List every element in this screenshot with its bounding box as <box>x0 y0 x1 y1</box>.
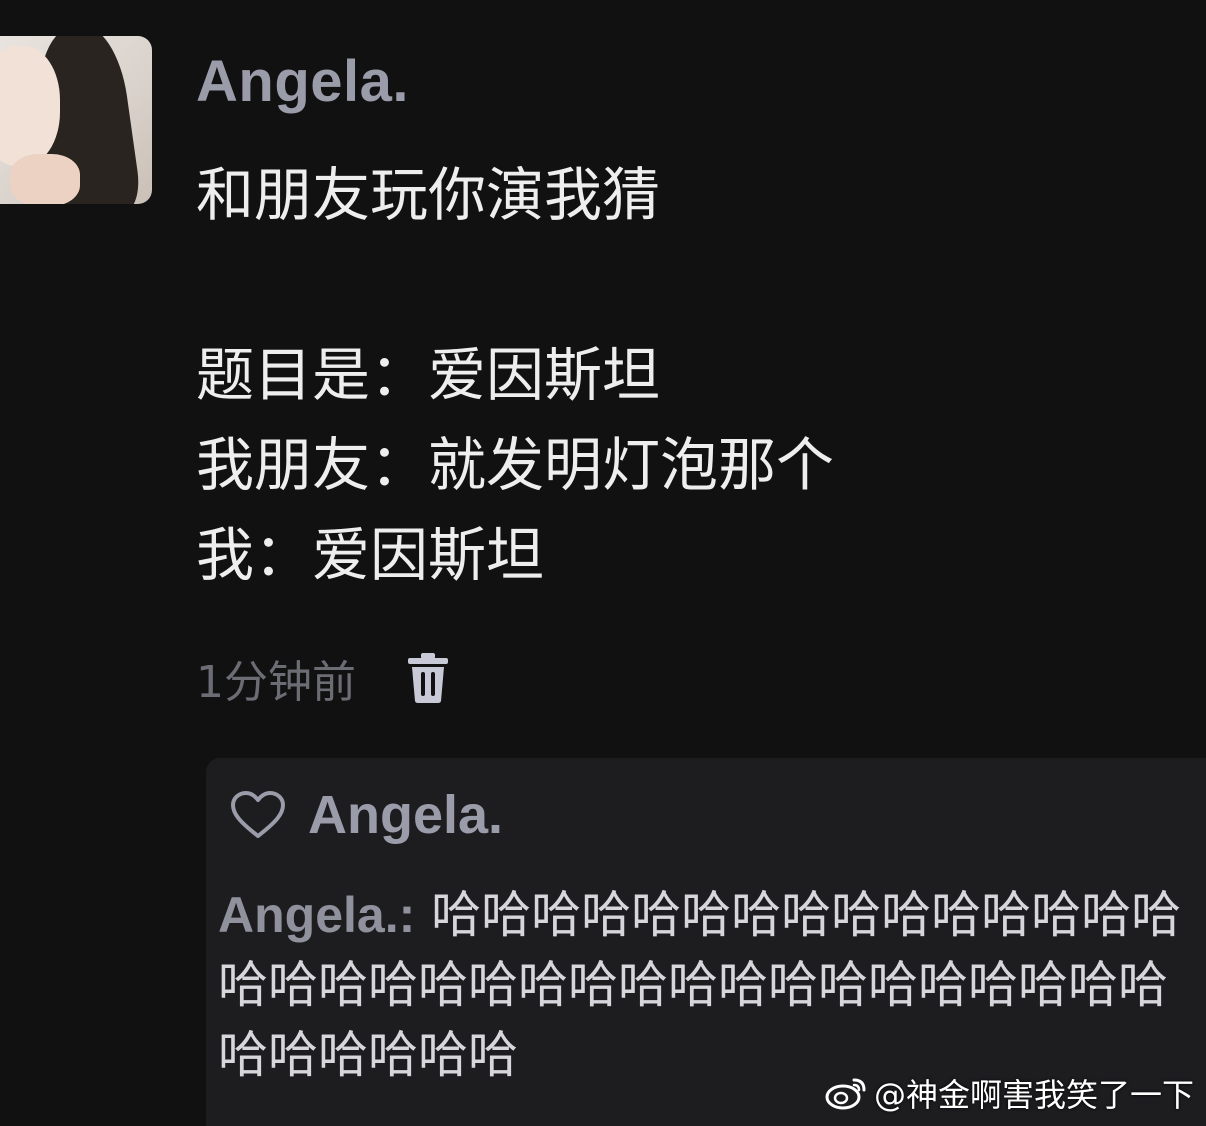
post-line: 题目是：爱因斯坦 <box>196 341 661 409</box>
reply-separator: : <box>398 887 416 943</box>
reply-header: Angela. <box>230 784 503 846</box>
watermark: @神金啊害我笑了一下 <box>824 1070 1194 1116</box>
post-line: 我朋友：就发明灯泡那个 <box>196 431 835 499</box>
avatar[interactable] <box>0 36 152 204</box>
post-timestamp: 1分钟前 <box>196 657 356 708</box>
trash-icon[interactable] <box>406 652 450 704</box>
heart-icon[interactable] <box>230 790 286 840</box>
post-line-blank <box>196 240 834 330</box>
liked-by-name[interactable]: Angela. <box>308 784 503 846</box>
avatar-hand <box>10 154 80 204</box>
post-line: 我：爱因斯坦 <box>196 521 545 589</box>
watermark-text: @神金啊害我笑了一下 <box>873 1076 1194 1114</box>
post-author-name[interactable]: Angela. <box>196 48 409 115</box>
weibo-logo-icon <box>825 1078 866 1110</box>
reply-author-name[interactable]: Angela. <box>218 887 399 943</box>
post-content: 和朋友玩你演我猜 题目是：爱因斯坦 我朋友：就发明灯泡那个 我：爱因斯坦 <box>196 150 834 600</box>
post-line: 和朋友玩你演我猜 <box>196 161 661 229</box>
post-meta: 1分钟前 <box>196 646 450 710</box>
